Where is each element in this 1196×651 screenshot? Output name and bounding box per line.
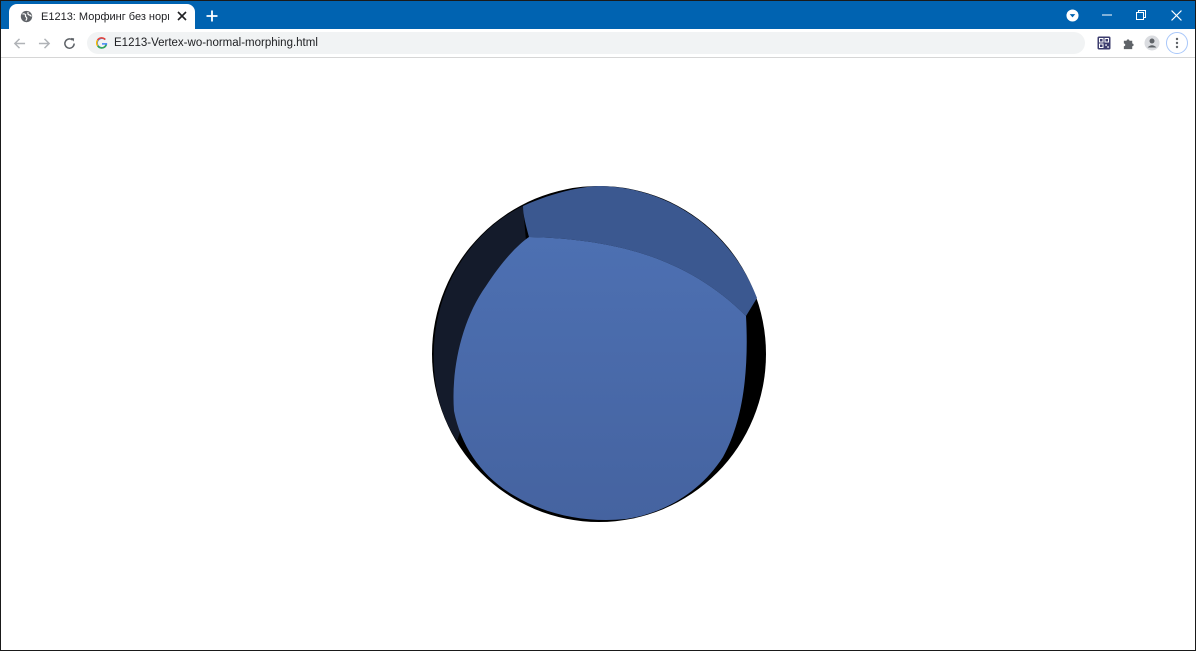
plus-icon[interactable] [203,7,221,25]
tab-strip: E1213: Морфинг без нормали [1,1,1195,29]
tab-title: E1213: Морфинг без нормали [41,10,169,23]
reload-icon[interactable] [60,34,78,52]
forward-arrow-icon[interactable] [35,34,53,52]
browser-toolbar: E1213-Vertex-wo-normal-morphing.html [1,29,1195,58]
url-text: E1213-Vertex-wo-normal-morphing.html [114,37,318,49]
back-arrow-icon[interactable] [10,34,28,52]
qr-extension-icon[interactable] [1095,34,1113,52]
minimize-icon[interactable] [1090,1,1124,29]
webgl-canvas[interactable] [1,58,1195,650]
window-close-icon[interactable] [1159,1,1193,29]
restore-icon[interactable] [1124,1,1158,29]
puzzle-extension-icon[interactable] [1119,34,1137,52]
google-g-icon [95,36,109,50]
address-bar[interactable]: E1213-Vertex-wo-normal-morphing.html [87,32,1085,54]
browser-window: E1213: Морфинг без нормали [0,0,1196,651]
close-icon[interactable] [175,9,189,23]
kebab-menu-icon[interactable] [1166,32,1188,54]
page-content [1,58,1195,650]
profile-icon[interactable] [1143,34,1161,52]
profile-dropdown-icon[interactable] [1055,1,1089,29]
globe-icon [18,9,34,25]
tab-active[interactable]: E1213: Морфинг без нормали [9,4,195,29]
